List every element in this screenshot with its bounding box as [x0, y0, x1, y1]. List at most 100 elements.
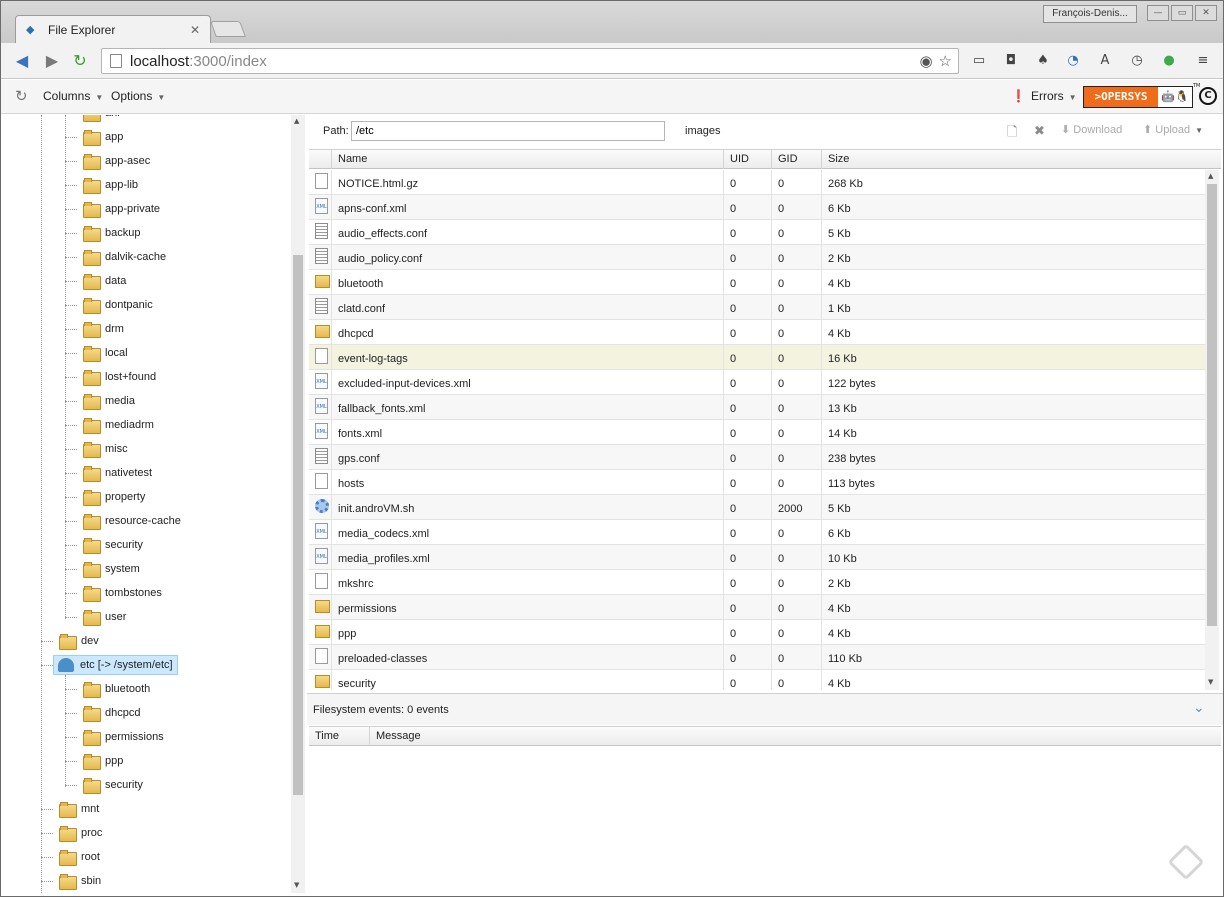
scroll-down-icon[interactable]: ▼ [1208, 678, 1213, 686]
tree-item[interactable]: property [83, 487, 145, 507]
new-tab-button[interactable] [210, 21, 246, 37]
chevron-down-icon[interactable]: ⌄ [1193, 700, 1205, 716]
table-row[interactable]: event-log-tags 0 0 16 Kb [309, 345, 1205, 370]
tree-item[interactable]: permissions [83, 727, 164, 747]
tree-item[interactable]: tombstones [83, 583, 162, 603]
table-row[interactable]: XML media_profiles.xml 0 0 10 Kb [309, 545, 1205, 570]
tree-item[interactable]: ppp [83, 751, 123, 771]
tree-item[interactable]: app-private [83, 199, 160, 219]
restore-icon[interactable]: ▭ [1171, 5, 1193, 21]
table-row[interactable]: XML media_codecs.xml 0 0 6 Kb [309, 520, 1205, 545]
lastpass-icon[interactable]: ◉ [919, 52, 932, 70]
minimize-icon[interactable]: — [1147, 5, 1169, 21]
scroll-down-icon[interactable]: ▼ [294, 881, 299, 889]
bookmark-star-icon[interactable]: ☆ [939, 52, 952, 70]
pocket-icon[interactable]: ◘ [1001, 52, 1021, 70]
table-row[interactable]: XML fonts.xml 0 0 14 Kb [309, 420, 1205, 445]
tree-item[interactable]: mnt [59, 799, 99, 819]
events-panel-header[interactable]: Filesystem events: 0 events ⌄ [307, 693, 1223, 725]
back-arrow-icon[interactable]: ◀ [11, 51, 33, 71]
table-row[interactable]: clatd.conf 0 0 1 Kb [309, 295, 1205, 320]
tab-close-icon[interactable]: ✕ [190, 23, 200, 37]
tree-item[interactable]: misc [83, 439, 128, 459]
tab-file-explorer[interactable]: ◆ File Explorer ✕ [15, 15, 211, 43]
forward-arrow-icon[interactable]: ▶ [41, 51, 63, 71]
table-row[interactable]: bluetooth 0 0 4 Kb [309, 270, 1205, 295]
table-row[interactable]: ppp 0 0 4 Kb [309, 620, 1205, 645]
tree-item[interactable]: user [83, 607, 126, 627]
column-header-name[interactable]: Name [331, 150, 723, 169]
tree-item[interactable]: backup [83, 223, 140, 243]
scroll-up-icon[interactable]: ▲ [294, 117, 299, 125]
tree-item[interactable]: resource-cache [83, 511, 181, 531]
tree-item[interactable]: app [83, 127, 123, 147]
tree-item[interactable]: bluetooth [83, 679, 150, 699]
table-row[interactable]: audio_policy.conf 0 0 2 Kb [309, 245, 1205, 270]
table-row[interactable]: NOTICE.html.gz 0 0 268 Kb [309, 170, 1205, 195]
tree-item[interactable]: lost+found [83, 367, 156, 387]
clock-icon[interactable]: ◷ [1127, 52, 1147, 70]
table-row[interactable]: init.androVM.sh 0 2000 5 Kb [309, 495, 1205, 520]
tree-item[interactable]: proc [59, 823, 102, 843]
cast-icon[interactable]: ▭ [969, 52, 989, 70]
tree-scrollbar[interactable]: ▲ ▼ [291, 115, 305, 893]
tree-item[interactable]: dev [59, 631, 99, 651]
upload-button[interactable]: ⬆ Upload ▼ [1143, 123, 1203, 136]
tree-scroll-thumb[interactable] [293, 255, 303, 795]
evernote-icon[interactable]: ♠ [1033, 52, 1053, 70]
path-input[interactable] [351, 121, 665, 141]
errors-menu[interactable]: Errors ▼ [1031, 89, 1077, 103]
tree-item[interactable]: security [83, 535, 143, 555]
tree-item[interactable]: mediadrm [83, 415, 154, 435]
table-row[interactable]: audio_effects.conf 0 0 5 Kb [309, 220, 1205, 245]
tree-item[interactable]: dalvik-cache [83, 247, 166, 267]
tree-item[interactable]: dontpanic [83, 295, 153, 315]
tree-item[interactable]: local [83, 343, 128, 363]
tree-item[interactable]: nativetest [83, 463, 152, 483]
tree-item[interactable]: dhcpcd [83, 703, 140, 723]
tree-item[interactable]: system [83, 559, 140, 579]
options-menu[interactable]: Options ▼ [111, 89, 165, 103]
tree-item[interactable]: drm [83, 319, 124, 339]
tree-item[interactable]: sbin [59, 871, 101, 891]
scroll-up-icon[interactable]: ▲ [1208, 172, 1213, 180]
address-bar[interactable]: localhost :3000/index ◉ ☆ [101, 48, 959, 74]
tree-item[interactable]: etc [-> /system/etc] [53, 655, 178, 675]
tree-item[interactable]: media [83, 391, 135, 411]
reload-icon[interactable]: ↻ [69, 51, 91, 71]
profile-button[interactable]: François-Denis... [1043, 5, 1137, 23]
delete-icon[interactable]: ✖ [1034, 123, 1045, 139]
table-row[interactable]: XML excluded-input-devices.xml 0 0 122 bytes [309, 370, 1205, 395]
table-row[interactable]: dhcpcd 0 0 4 Kb [309, 320, 1205, 345]
table-row[interactable]: permissions 0 0 4 Kb [309, 595, 1205, 620]
download-button[interactable]: ⬇ Download [1061, 123, 1122, 136]
tree-item[interactable]: security [83, 775, 143, 795]
grid-scrollbar[interactable]: ▲ ▼ [1205, 170, 1219, 690]
table-row[interactable]: XML fallback_fonts.xml 0 0 13 Kb [309, 395, 1205, 420]
table-row[interactable]: hosts 0 0 113 bytes [309, 470, 1205, 495]
column-header-time[interactable]: Time [309, 727, 369, 746]
table-row[interactable]: preloaded-classes 0 0 110 Kb [309, 645, 1205, 670]
column-header-uid[interactable]: UID [723, 150, 771, 169]
tree-item[interactable]: data [83, 271, 126, 291]
column-header-gid[interactable]: GID [771, 150, 821, 169]
column-header-size[interactable]: Size [821, 150, 1219, 169]
table-row[interactable]: mkshrc 0 0 2 Kb [309, 570, 1205, 595]
tree-item[interactable]: app-asec [83, 151, 150, 171]
table-row[interactable]: security 0 0 4 Kb [309, 670, 1205, 690]
table-row[interactable]: XML apns-conf.xml 0 0 6 Kb [309, 195, 1205, 220]
tree-item[interactable]: anr [83, 115, 121, 123]
menu-icon[interactable]: ≡ [1193, 52, 1213, 70]
new-file-icon[interactable]: 🗋 [1007, 123, 1017, 145]
close-window-icon[interactable]: ✕ [1195, 5, 1217, 21]
refresh-icon[interactable]: ↻ [15, 87, 28, 105]
column-header-message[interactable]: Message [369, 727, 1219, 746]
timer-icon[interactable]: ◔ [1063, 52, 1083, 70]
tree-item[interactable]: root [59, 847, 100, 867]
tree-item[interactable]: app-lib [83, 175, 138, 195]
translate-icon[interactable]: A [1095, 52, 1115, 70]
table-row[interactable]: gps.conf 0 0 238 bytes [309, 445, 1205, 470]
pushbullet-icon[interactable]: ● [1159, 52, 1179, 70]
columns-menu[interactable]: Columns ▼ [43, 89, 103, 103]
grid-scroll-thumb[interactable] [1207, 184, 1217, 626]
